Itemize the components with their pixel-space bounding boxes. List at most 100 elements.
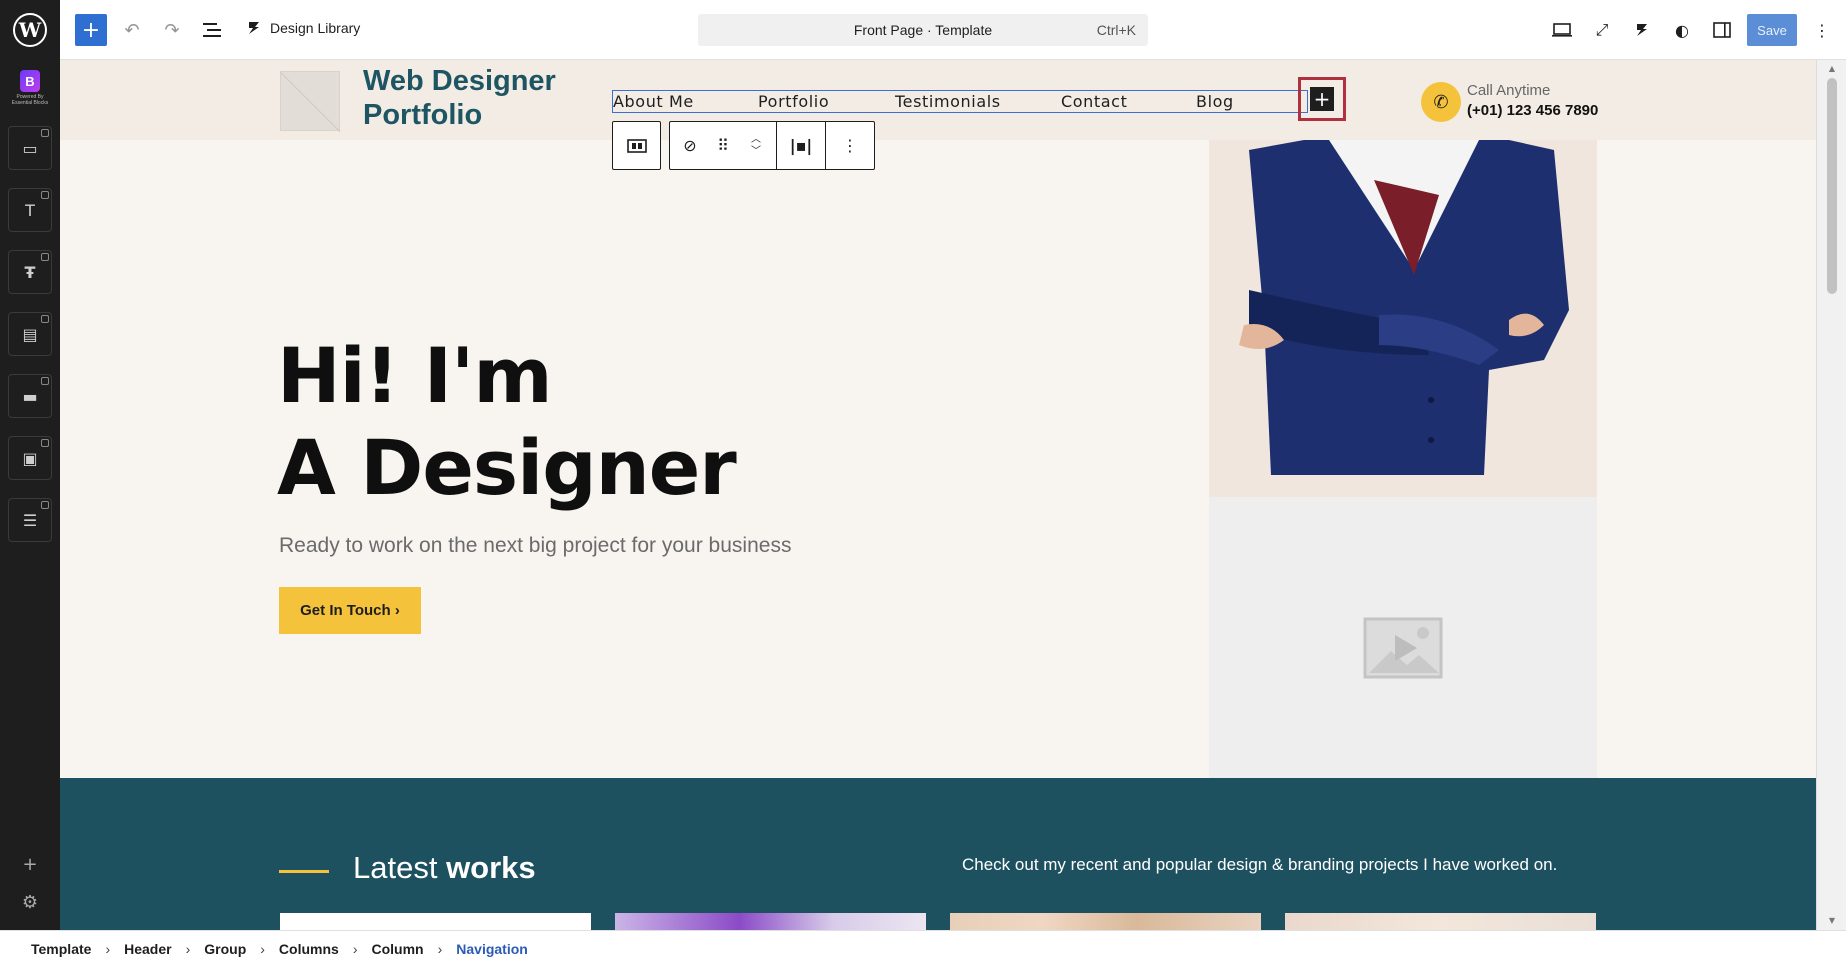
settings-sidebar-button[interactable] <box>1706 14 1738 46</box>
drag-handle[interactable]: ⠿ <box>710 122 736 169</box>
navigation-block-icon <box>626 138 647 153</box>
essential-blocks-sidebar: B Powered By Essential Blocks ▭ T Ŧ ▤ ▬ … <box>0 60 60 930</box>
hero-subtitle[interactable]: Ready to work on the next big project fo… <box>279 534 791 558</box>
move-buttons[interactable]: ︿ ﹀ <box>736 122 776 169</box>
essential-blocks-logo[interactable]: B Powered By Essential Blocks <box>6 70 54 116</box>
latest-works-description[interactable]: Check out my recent and popular design &… <box>962 855 1557 875</box>
stackable-icon <box>249 22 259 34</box>
nav-item-blog[interactable]: Blog <box>1196 92 1234 111</box>
template-title: Front Page · Template <box>853 22 993 38</box>
site-title[interactable]: Web Designer Portfolio <box>363 64 593 132</box>
hero-heading[interactable]: Hi! I'm A Designer <box>277 330 737 514</box>
editor-top-bar: W + ↶ ↷ Design Library Front Page · Temp… <box>0 0 1846 60</box>
list-view-button[interactable] <box>196 14 228 46</box>
phone-icon: ✆ <box>1421 82 1461 122</box>
text-icon: T <box>25 200 35 220</box>
breadcrumb-columns[interactable]: Columns <box>279 941 339 957</box>
sidebar-item-typography[interactable]: Ŧ <box>8 250 52 294</box>
sidebar-item-card[interactable]: ▤ <box>8 312 52 356</box>
breadcrumb-group[interactable]: Group <box>204 941 246 957</box>
fullscreen-icon: ⤢ <box>1595 20 1609 39</box>
chevron-down-icon[interactable]: ﹀ <box>751 146 761 158</box>
work-thumbnail-1[interactable] <box>280 913 591 930</box>
undo-button[interactable]: ↶ <box>116 14 148 46</box>
heading-bold-part: works <box>446 850 536 885</box>
chevron-right-icon: › <box>260 940 265 957</box>
heading-light-part: Latest <box>353 850 447 885</box>
nav-item-portfolio[interactable]: Portfolio <box>758 92 829 111</box>
stackable-settings-button[interactable] <box>1626 14 1658 46</box>
justify-button[interactable]: |▪| <box>777 122 825 169</box>
nav-item-contact[interactable]: Contact <box>1061 92 1127 111</box>
command-palette[interactable]: Front Page · Template Ctrl+K <box>698 14 1148 46</box>
chevron-right-icon: › <box>105 940 111 957</box>
video-placeholder[interactable] <box>1209 497 1597 798</box>
drag-handle-icon: ⠿ <box>717 136 729 155</box>
breadcrumb-navigation[interactable]: Navigation <box>456 941 528 957</box>
block-options-button[interactable]: ⋮ <box>826 122 874 169</box>
canvas-scrollbar[interactable]: ▲ ▼ <box>1816 60 1846 930</box>
sidebar-settings-button[interactable]: ⚙ <box>18 890 42 914</box>
blocks-icon: ▭ <box>22 138 38 158</box>
sidebar-icon <box>1713 22 1731 38</box>
work-thumbnail-4[interactable] <box>1285 913 1596 930</box>
sidebar-item-form[interactable]: ☰ <box>8 498 52 542</box>
sidebar-item-image[interactable]: ▣ <box>8 436 52 480</box>
block-tools-group: ⊘ ⠿ ︿ ﹀ |▪| ⋮ <box>669 121 875 170</box>
save-button[interactable]: Save <box>1747 14 1797 46</box>
sidebar-add-button[interactable]: + <box>18 852 42 876</box>
nav-item-about[interactable]: About Me <box>613 92 694 111</box>
block-type-button[interactable] <box>613 122 660 169</box>
breadcrumb-column[interactable]: Column <box>371 941 423 957</box>
chevron-right-icon: › <box>185 940 191 957</box>
style-button[interactable]: ◐ <box>1666 14 1698 46</box>
undo-icon: ↶ <box>124 19 140 41</box>
hero-line-1: Hi! I'm <box>277 331 553 420</box>
desktop-icon <box>1552 23 1572 37</box>
breadcrumb-template[interactable]: Template <box>31 941 91 957</box>
plus-icon: + <box>81 17 101 43</box>
compass-icon: ⊘ <box>683 136 697 155</box>
navigation-block[interactable]: About Me Portfolio Testimonials Contact … <box>612 90 1308 113</box>
wordpress-logo-button[interactable]: W <box>0 0 60 60</box>
sidebar-item-blocks[interactable]: ▭ <box>8 126 52 170</box>
call-number: (+01) 123 456 7890 <box>1467 102 1599 119</box>
gear-icon: ⚙ <box>21 891 39 913</box>
chevron-up-icon[interactable]: ︿ <box>751 134 761 146</box>
latest-works-heading[interactable]: Latest works <box>353 850 536 886</box>
scroll-up-icon[interactable]: ▲ <box>1826 64 1838 74</box>
block-breadcrumb: Template › Header › Group › Columns › Column… <box>0 930 1846 966</box>
redo-button[interactable]: ↷ <box>156 14 188 46</box>
hero-photo[interactable] <box>1209 140 1597 497</box>
add-nav-item-button[interactable]: + <box>1298 77 1346 121</box>
editor-canvas: Web Designer Portfolio About Me Portfoli… <box>60 60 1816 930</box>
list-view-icon <box>203 23 221 37</box>
site-logo-placeholder[interactable] <box>280 71 340 131</box>
get-in-touch-button[interactable]: Get In Touch › <box>279 587 421 634</box>
contrast-icon: ◐ <box>1675 20 1689 40</box>
device-preview-button[interactable] <box>1546 14 1578 46</box>
scrollbar-thumb[interactable] <box>1827 78 1837 294</box>
plus-icon: + <box>1310 87 1334 111</box>
nav-item-testimonials[interactable]: Testimonials <box>895 92 1001 111</box>
chevron-right-icon: › <box>437 940 443 957</box>
fullscreen-button[interactable]: ⤢ <box>1586 14 1618 46</box>
sidebar-item-button[interactable]: ▬ <box>8 374 52 418</box>
sidebar-item-text[interactable]: T <box>8 188 52 232</box>
button-icon: ▬ <box>22 386 38 406</box>
design-library-label: Design Library <box>270 20 361 36</box>
add-block-button[interactable]: + <box>75 14 107 46</box>
plus-icon: + <box>22 853 38 875</box>
work-thumbnail-3[interactable] <box>950 913 1261 930</box>
latest-works-section <box>60 778 1816 930</box>
wordpress-icon: W <box>13 13 47 47</box>
scroll-down-icon[interactable]: ▼ <box>1826 916 1838 926</box>
navigation-button[interactable]: ⊘ <box>670 122 710 169</box>
breadcrumb-header[interactable]: Header <box>124 941 171 957</box>
shortcut-hint: Ctrl+K <box>1096 22 1136 38</box>
work-thumbnail-2[interactable] <box>615 913 926 930</box>
options-button[interactable]: ⋮ <box>1806 14 1838 46</box>
card-icon: ▤ <box>22 324 38 344</box>
redo-icon: ↷ <box>164 19 180 41</box>
design-library-button[interactable]: Design Library <box>246 20 360 36</box>
